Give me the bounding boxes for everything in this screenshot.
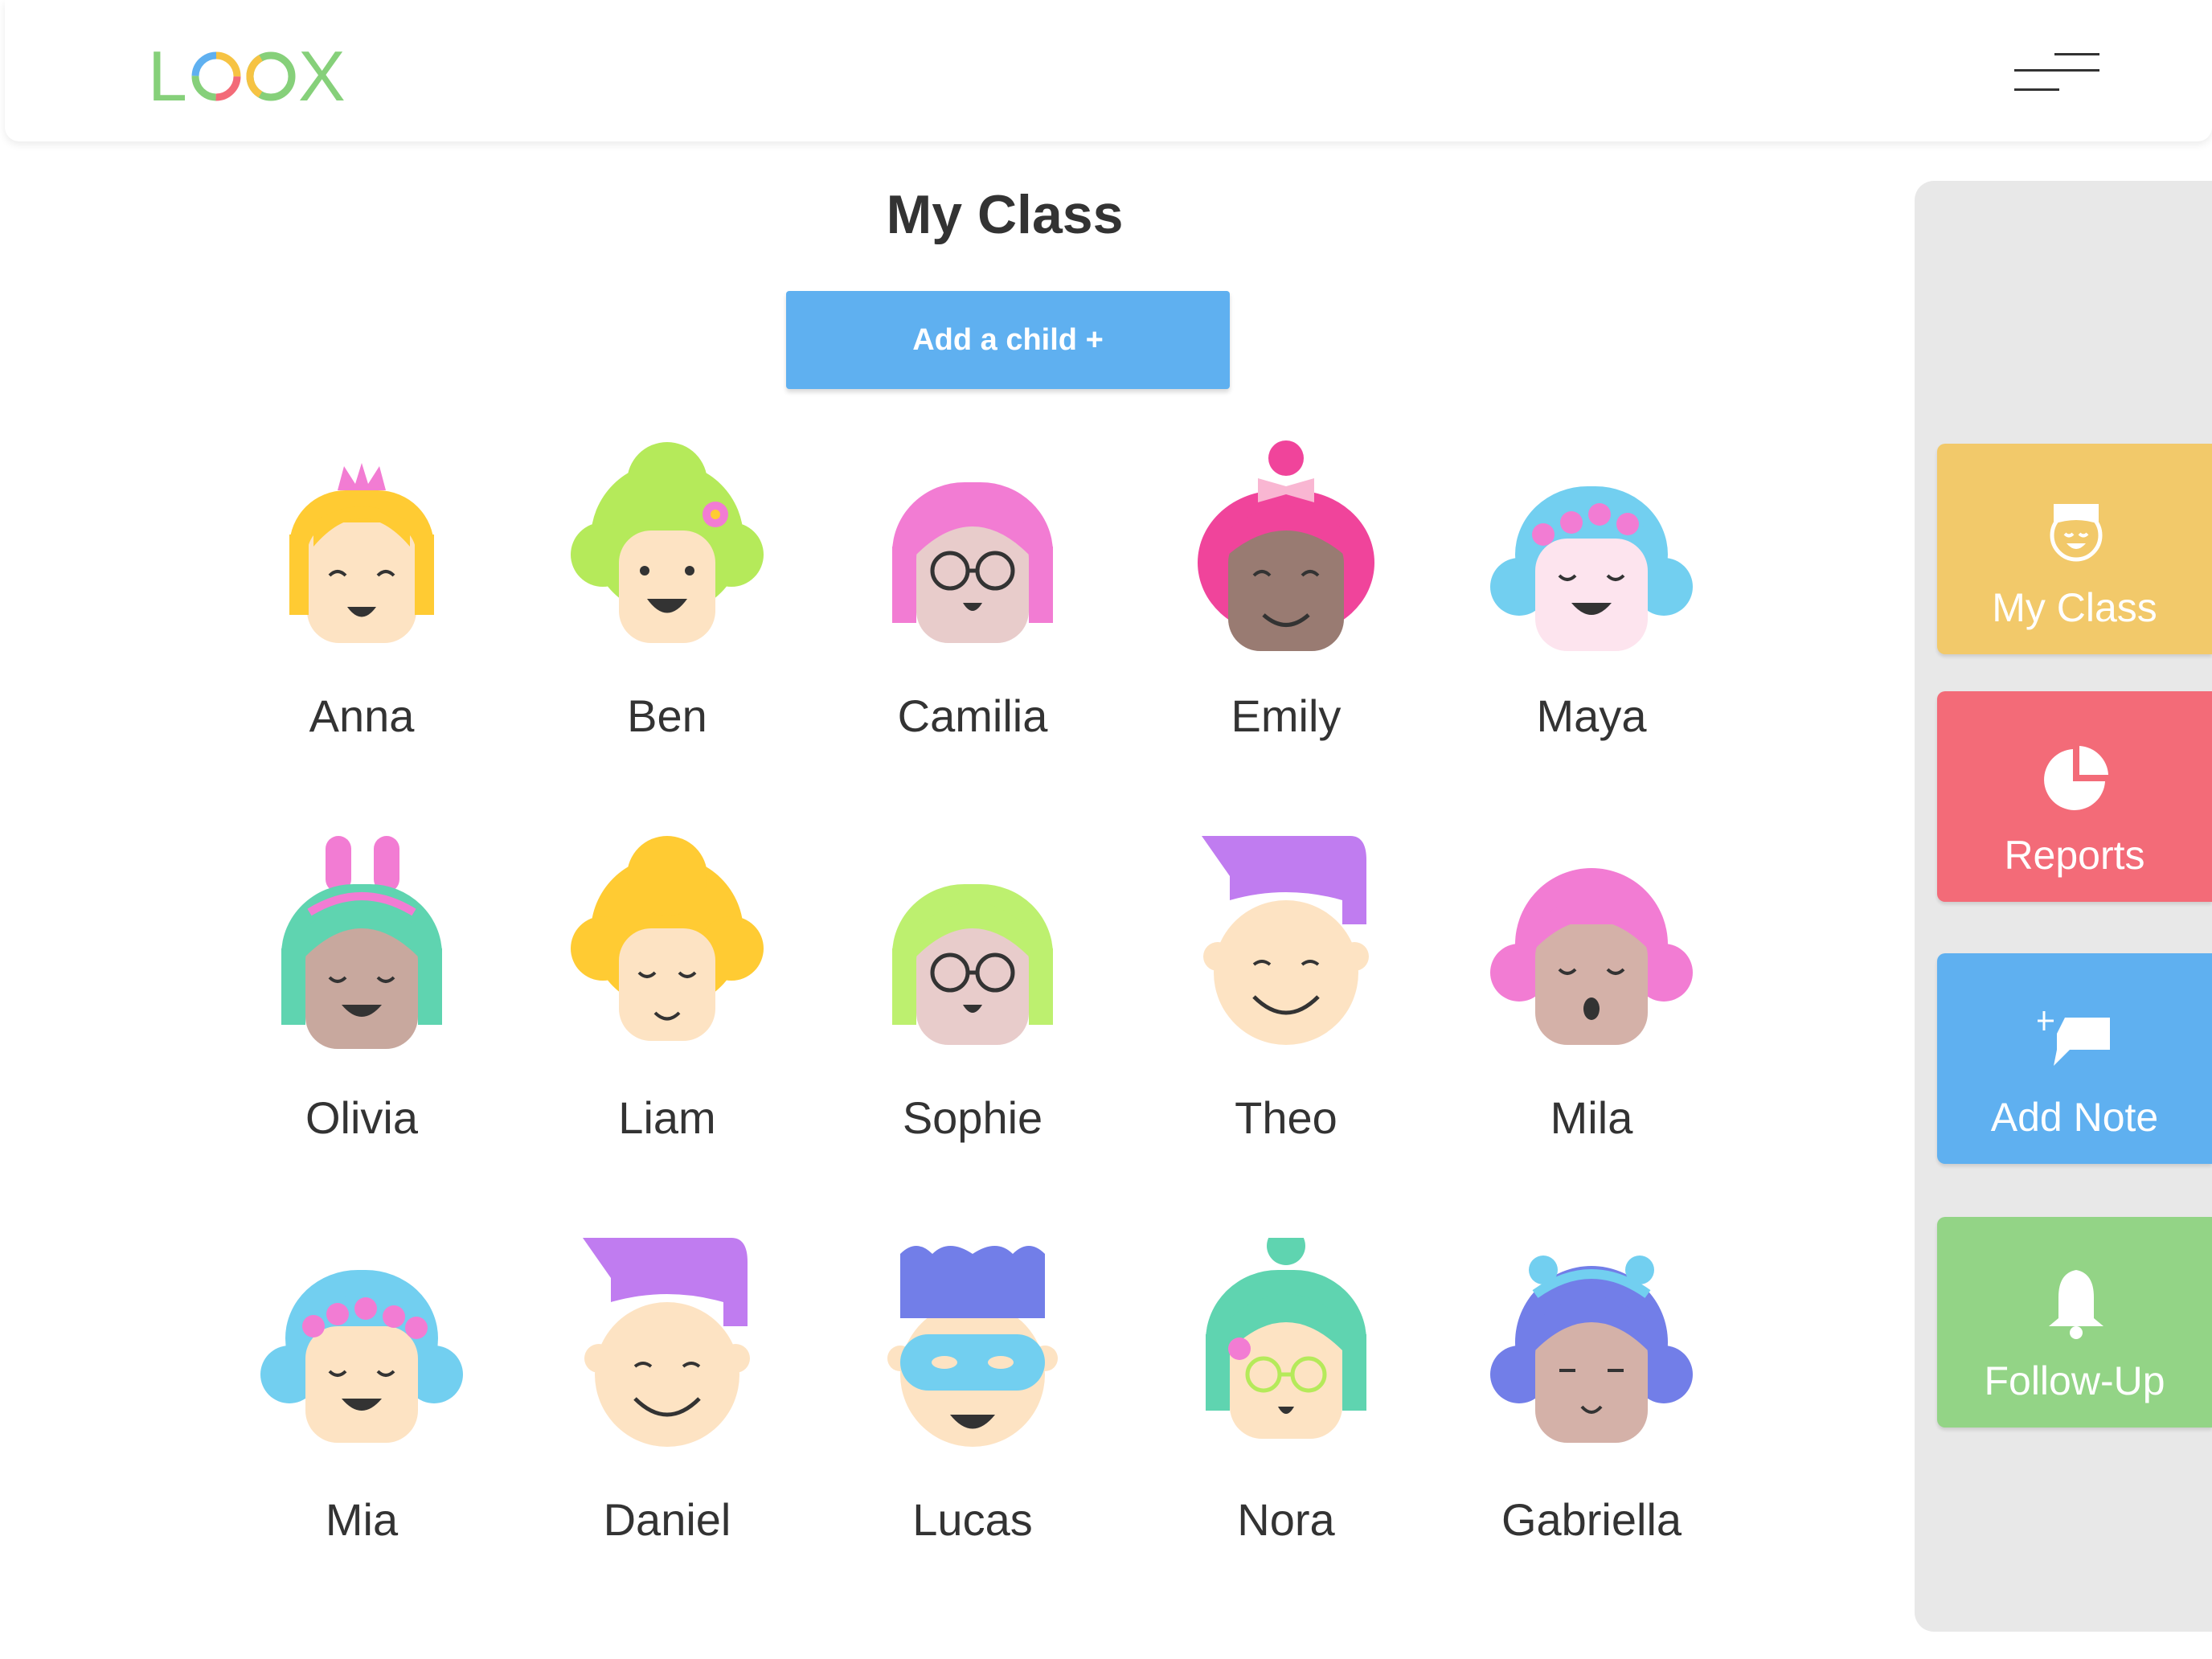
child-avatar-icon <box>281 836 442 1049</box>
children-grid: Anna Ben Camilia Emily Maya Olivia Liam … <box>233 434 1760 1575</box>
child-avatar-icon <box>1198 440 1374 651</box>
child-avatar-icon <box>1490 1256 1693 1443</box>
child-name: Theo <box>1235 1092 1337 1143</box>
loox-logo[interactable]: L X <box>148 40 347 113</box>
child-avatar-icon <box>887 1246 1058 1447</box>
sidebar-item-my-class[interactable]: My Class <box>1937 444 2212 654</box>
logo-ring-icon <box>246 51 296 101</box>
logo-letter-l: L <box>148 36 189 116</box>
page-title: My Class <box>886 184 1124 245</box>
child-card[interactable]: Emily <box>1157 434 1415 772</box>
child-card[interactable]: Olivia <box>233 836 490 1174</box>
child-avatar-icon <box>571 836 764 1041</box>
child-name: Mia <box>325 1494 399 1545</box>
child-name: Ben <box>627 690 707 741</box>
add-note-icon <box>2038 1011 2110 1066</box>
child-name: Sophie <box>902 1092 1043 1143</box>
child-name: Olivia <box>305 1092 419 1143</box>
child-card[interactable]: Maya <box>1463 434 1720 772</box>
child-avatar-icon <box>1490 868 1693 1045</box>
logo-letter-x: X <box>297 36 347 116</box>
child-name: Gabriella <box>1501 1494 1682 1545</box>
child-avatar-icon <box>1202 836 1369 1045</box>
child-avatar-icon <box>892 884 1053 1045</box>
child-card[interactable]: Camilia <box>844 434 1101 772</box>
child-card[interactable]: Ben <box>539 434 796 772</box>
hamburger-menu-icon[interactable] <box>2014 48 2103 96</box>
top-bar: L X <box>5 0 2212 141</box>
pie-chart-icon <box>2044 746 2108 810</box>
sidebar-item-follow-up[interactable]: Follow-Up <box>1937 1217 2212 1428</box>
sidebar-item-add-note[interactable]: Add Note <box>1937 953 2212 1164</box>
child-name: Lucas <box>912 1494 1033 1545</box>
sidebar-item-label: Follow-Up <box>1984 1358 2165 1403</box>
child-name: Liam <box>618 1092 716 1143</box>
child-avatar-icon <box>1490 486 1693 651</box>
sidebar-item-reports[interactable]: Reports <box>1937 691 2212 902</box>
child-avatar-icon <box>260 1270 463 1443</box>
child-card[interactable]: Gabriella <box>1463 1238 1720 1575</box>
sidebar-item-label: Reports <box>2004 833 2145 878</box>
child-card[interactable]: Anna <box>233 434 490 772</box>
child-name: Mila <box>1550 1092 1633 1143</box>
child-card[interactable]: Lucas <box>844 1238 1101 1575</box>
sidebar-item-label: My Class <box>1992 585 2157 630</box>
child-name: Camilia <box>897 690 1048 741</box>
child-name: Anna <box>309 690 415 741</box>
add-child-button[interactable]: Add a child + <box>786 291 1230 389</box>
logo-ring-icon <box>191 51 241 101</box>
child-card[interactable]: Nora <box>1157 1238 1415 1575</box>
child-card[interactable]: Daniel <box>539 1238 796 1575</box>
child-name: Maya <box>1536 690 1647 741</box>
child-name: Nora <box>1237 1494 1335 1545</box>
child-card[interactable]: Liam <box>539 836 796 1174</box>
child-name: Emily <box>1231 690 1342 741</box>
child-avatar-icon <box>1206 1238 1366 1439</box>
child-card[interactable]: Mia <box>233 1238 490 1575</box>
child-avatar-icon <box>892 482 1053 643</box>
child-avatar-icon <box>571 442 764 643</box>
child-card[interactable]: Mila <box>1463 836 1720 1174</box>
child-card[interactable]: Theo <box>1157 836 1415 1174</box>
bell-icon <box>2049 1270 2103 1339</box>
child-name: Daniel <box>603 1494 731 1545</box>
child-avatar-icon <box>583 1238 750 1447</box>
child-avatar-icon <box>289 463 434 643</box>
child-face-icon <box>2050 504 2103 562</box>
sidebar-item-label: Add Note <box>1990 1095 2159 1140</box>
child-card[interactable]: Sophie <box>844 836 1101 1174</box>
